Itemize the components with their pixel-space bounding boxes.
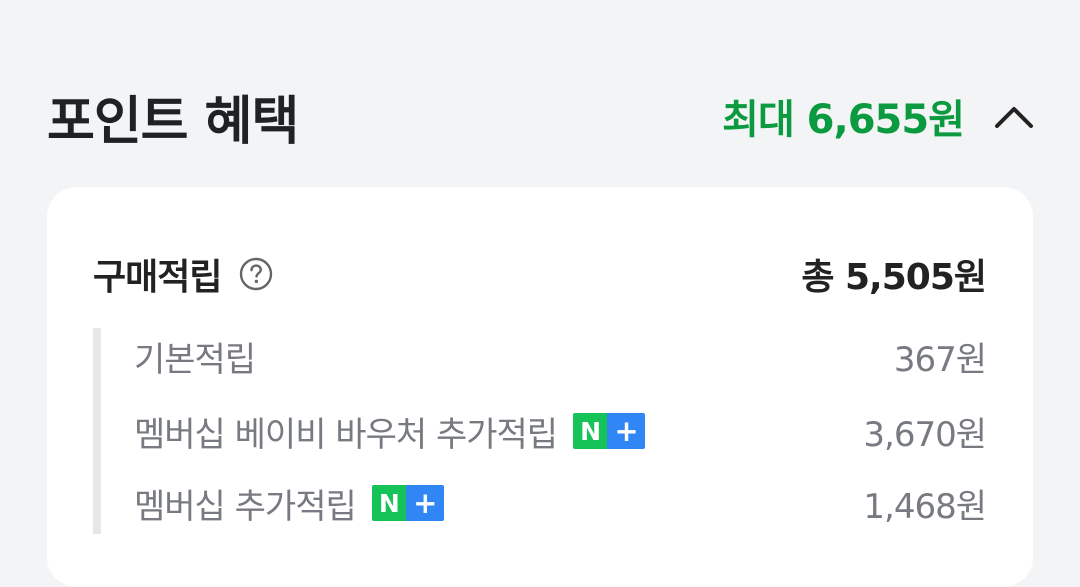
- purchase-points-summary: 구매적립 총 5,505원: [93, 247, 987, 301]
- points-breakdown: 기본적립 367원 멤버십 베이비 바우처 추가적립 N + 3,670원 멤버…: [93, 328, 987, 534]
- row-value: 1,468원: [863, 486, 987, 527]
- chevron-up-icon[interactable]: [992, 94, 1036, 138]
- row-label: 기본적립: [134, 339, 256, 380]
- row-value: 367원: [893, 339, 987, 380]
- list-item-membership-points: 멤버십 추가적립 N + 1,468원: [134, 475, 987, 531]
- question-circle-icon[interactable]: [239, 257, 273, 291]
- list-item-basic-points: 기본적립 367원: [134, 328, 987, 384]
- row-label-group: 멤버십 추가적립 N +: [134, 479, 444, 528]
- row-label-group: 멤버십 베이비 바우처 추가적립 N +: [134, 407, 646, 456]
- points-benefit-header[interactable]: 포인트 혜택 최대 6,655원: [47, 80, 1036, 152]
- naver-plus-badge: N +: [371, 485, 444, 521]
- naver-plus-badge: N +: [573, 413, 646, 449]
- purchase-points-label-group: 구매적립: [93, 248, 273, 300]
- badge-n: N: [371, 485, 406, 521]
- purchase-points-label: 구매적립: [93, 257, 222, 298]
- row-label: 멤버십 추가적립: [134, 486, 357, 527]
- purchase-points-total: 총 5,505원: [801, 257, 987, 298]
- page-title: 포인트 혜택: [47, 91, 299, 152]
- row-label: 멤버십 베이비 바우처 추가적립: [134, 414, 558, 455]
- row-value: 3,670원: [863, 414, 987, 455]
- list-item-baby-voucher-points: 멤버십 베이비 바우처 추가적립 N + 3,670원: [134, 403, 987, 459]
- badge-plus: +: [607, 413, 646, 449]
- badge-plus: +: [405, 485, 444, 521]
- badge-n: N: [573, 413, 608, 449]
- max-points-amount: 최대 6,655원: [722, 97, 965, 143]
- points-card: 구매적립 총 5,505원 기본적립 367원 멤버십 베이비 바우처 추가적립…: [47, 187, 1033, 587]
- header-right: 최대 6,655원: [722, 87, 1036, 145]
